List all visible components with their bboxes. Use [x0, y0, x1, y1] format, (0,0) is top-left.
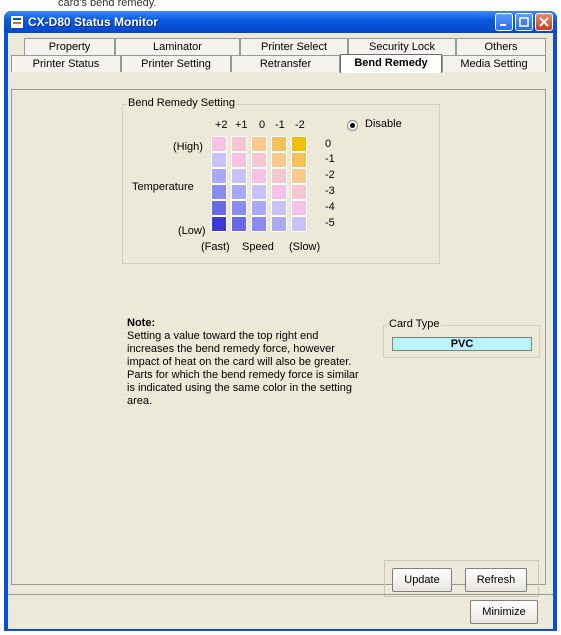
- temp-tick: -4: [325, 201, 335, 213]
- update-button[interactable]: Update: [392, 568, 452, 592]
- grid-cell[interactable]: [211, 184, 227, 200]
- grid-cell[interactable]: [251, 152, 267, 168]
- grid-cell[interactable]: [291, 152, 307, 168]
- grid-cell[interactable]: [231, 136, 247, 152]
- tab-media-setting[interactable]: Media Setting: [442, 55, 546, 72]
- note-title: Note:: [127, 317, 156, 329]
- card-type-group: Card Type PVC: [383, 318, 540, 358]
- tab-retransfer[interactable]: Retransfer: [231, 55, 340, 72]
- grid-cell[interactable]: [291, 136, 307, 152]
- grid-cell[interactable]: [271, 168, 287, 184]
- bend-remedy-panel: Bend Remedy Setting +2 +1 0 -1 -2 (High)…: [11, 89, 546, 597]
- disable-radio[interactable]: [347, 120, 358, 131]
- bend-remedy-setting-label: Bend Remedy Setting: [127, 97, 237, 109]
- tab-printer-status[interactable]: Printer Status: [11, 55, 121, 72]
- grid-cell[interactable]: [291, 184, 307, 200]
- grid-cell[interactable]: [231, 200, 247, 216]
- grid-cell[interactable]: [251, 136, 267, 152]
- card-type-label: Card Type: [388, 318, 441, 330]
- title-bar[interactable]: CX-D80 Status Monitor: [4, 11, 557, 33]
- grid-cell[interactable]: [231, 216, 247, 232]
- bottom-bar: Minimize: [8, 594, 553, 630]
- grid-cell[interactable]: [291, 200, 307, 216]
- speed-label: Speed: [242, 241, 274, 253]
- note-body: Setting a value toward the top right end…: [127, 330, 359, 407]
- minimize-icon: [500, 24, 506, 26]
- close-icon: [539, 17, 549, 27]
- speed-tick: 0: [259, 119, 266, 131]
- temp-tick: -2: [325, 169, 335, 181]
- client-area: Property Laminator Printer Select Securi…: [8, 33, 553, 629]
- tab-bend-remedy[interactable]: Bend Remedy: [340, 54, 442, 73]
- grid-cell[interactable]: [211, 200, 227, 216]
- window-title: CX-D80 Status Monitor: [28, 15, 159, 29]
- grid-cell[interactable]: [231, 168, 247, 184]
- high-label: (High): [173, 141, 203, 153]
- tab-security-lock[interactable]: Security Lock: [348, 38, 456, 55]
- grid-cell[interactable]: [251, 168, 267, 184]
- status-monitor-window: CX-D80 Status Monitor Property Laminator…: [4, 11, 557, 631]
- speed-tick: -1: [275, 119, 285, 131]
- close-window-button[interactable]: [535, 13, 553, 31]
- low-label: (Low): [178, 225, 206, 237]
- grid-cell[interactable]: [231, 152, 247, 168]
- speed-tick: +1: [235, 119, 248, 131]
- grid-cell[interactable]: [211, 136, 227, 152]
- bend-remedy-grid[interactable]: [211, 136, 311, 232]
- temp-tick: -1: [325, 153, 335, 165]
- grid-cell[interactable]: [211, 168, 227, 184]
- note-block: Note: Setting a value toward the top rig…: [127, 317, 362, 408]
- slow-label: (Slow): [289, 241, 321, 253]
- grid-cell[interactable]: [271, 152, 287, 168]
- app-icon: [11, 16, 23, 28]
- grid-cell[interactable]: [291, 168, 307, 184]
- grid-cell[interactable]: [211, 216, 227, 232]
- grid-cell[interactable]: [211, 152, 227, 168]
- tab-printer-select[interactable]: Printer Select: [240, 38, 348, 55]
- bend-remedy-setting-group: Bend Remedy Setting +2 +1 0 -1 -2 (High)…: [122, 97, 440, 264]
- grid-cell[interactable]: [251, 184, 267, 200]
- grid-cell[interactable]: [271, 136, 287, 152]
- grid-cell[interactable]: [291, 216, 307, 232]
- maximize-window-button[interactable]: [515, 13, 533, 31]
- speed-tick: +2: [215, 119, 228, 131]
- temp-tick: -5: [325, 217, 335, 229]
- tab-laminator[interactable]: Laminator: [115, 38, 240, 55]
- tab-property[interactable]: Property: [24, 38, 115, 55]
- refresh-button[interactable]: Refresh: [465, 568, 527, 592]
- grid-cell[interactable]: [231, 184, 247, 200]
- grid-cell[interactable]: [271, 216, 287, 232]
- grid-cell[interactable]: [271, 184, 287, 200]
- minimize-window-button[interactable]: [495, 13, 513, 31]
- radio-selected-dot: [350, 123, 355, 128]
- grid-cell[interactable]: [251, 200, 267, 216]
- tab-printer-setting[interactable]: Printer Setting: [121, 55, 231, 72]
- speed-tick: -2: [295, 119, 305, 131]
- temp-tick: 0: [325, 138, 332, 150]
- temp-tick: -3: [325, 185, 335, 197]
- disable-label[interactable]: Disable: [365, 118, 402, 130]
- minimize-button[interactable]: Minimize: [470, 600, 538, 624]
- grid-cell[interactable]: [251, 216, 267, 232]
- card-type-value: PVC: [392, 337, 532, 351]
- tab-others[interactable]: Others: [456, 38, 546, 55]
- temperature-label: Temperature: [132, 181, 194, 193]
- maximize-icon: [519, 17, 529, 27]
- fast-label: (Fast): [201, 241, 230, 253]
- grid-cell[interactable]: [271, 200, 287, 216]
